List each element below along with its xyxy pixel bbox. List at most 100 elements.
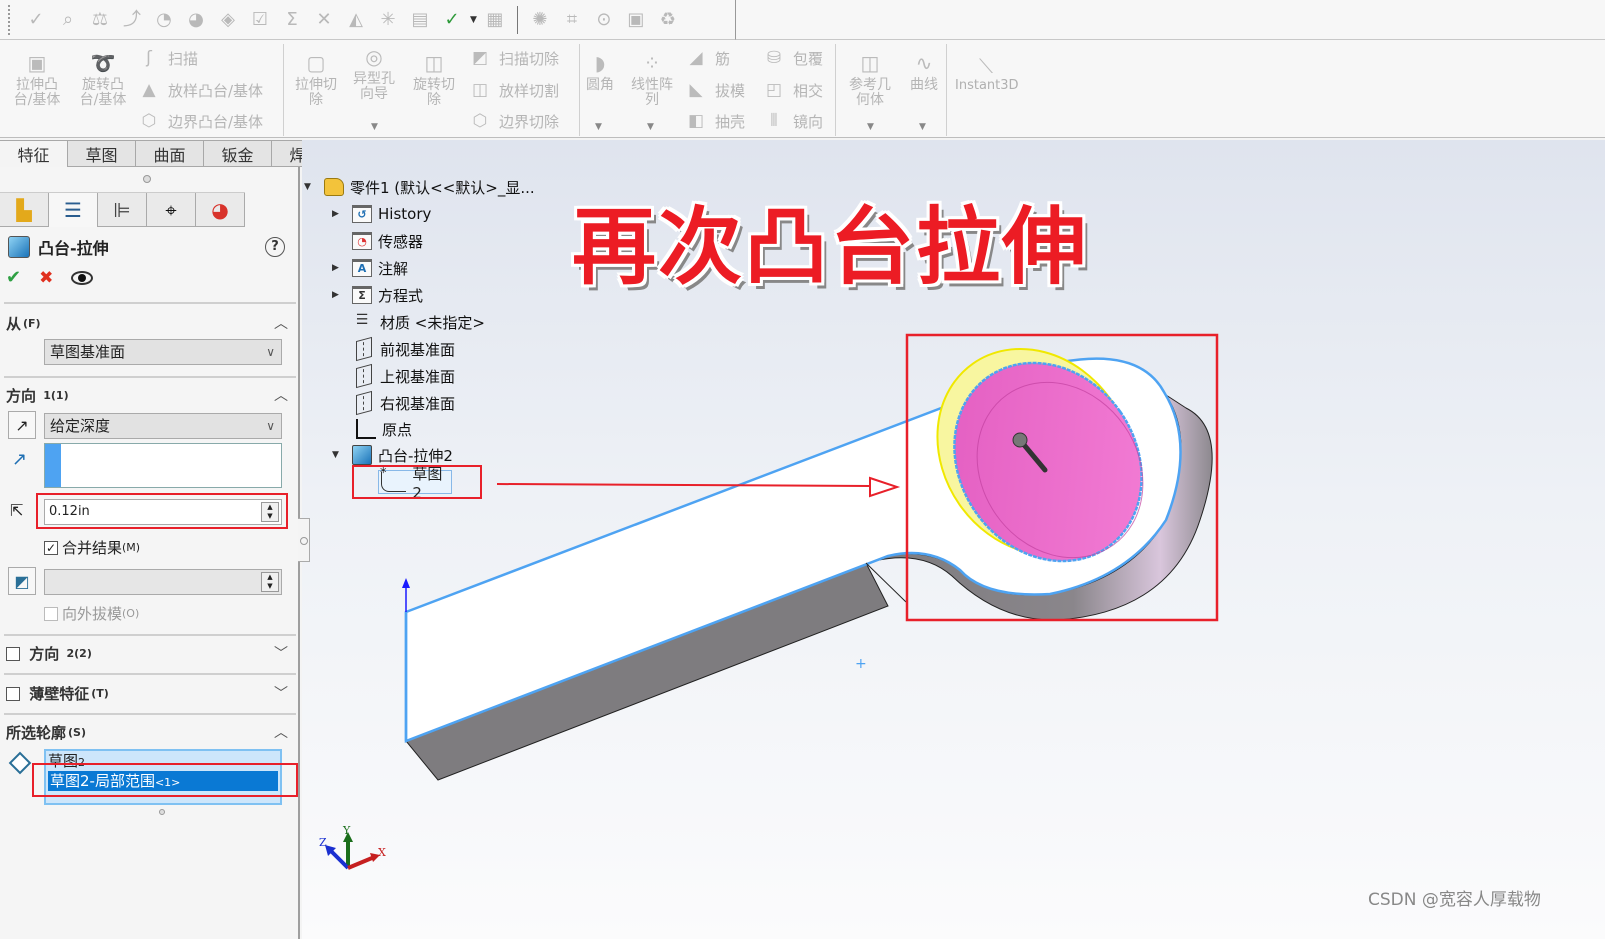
expand-arrow-icon[interactable]: ▼	[332, 450, 342, 460]
end-condition-select[interactable]: 给定深度 ∨	[44, 413, 282, 439]
document-icon[interactable]: ▤	[407, 7, 433, 33]
configuration-manager-tab[interactable]: ⊫	[98, 193, 147, 227]
tab-features[interactable]: 特征	[0, 140, 68, 167]
tree-item-right-plane[interactable]: 右视基准面	[356, 390, 455, 416]
dropdown-icon[interactable]: ▼	[470, 15, 477, 25]
tree-item-front-plane[interactable]: 前视基准面	[356, 336, 455, 362]
merge-result-checkbox[interactable]: ✓ 合并结果 (M)	[44, 537, 140, 558]
boundary-boss-button[interactable]: ⬡ 边界凸台/基体	[138, 109, 263, 133]
direction-vector-selection-box[interactable]	[44, 443, 282, 488]
selected-contours-section-header[interactable]: 所选轮廓 (S)	[6, 722, 86, 743]
check-icon[interactable]: ◈	[215, 7, 241, 33]
sum-icon[interactable]: Σ	[279, 7, 305, 33]
mirror-button[interactable]: ⫴ 镜向	[763, 109, 823, 133]
from-section-header[interactable]: 从 (F)	[6, 313, 41, 334]
sensor-icon[interactable]: ◕	[183, 7, 209, 33]
import-diagnostics-icon[interactable]: ▣	[623, 7, 649, 33]
swept-boss-button[interactable]: ʃ 扫描	[138, 46, 198, 70]
tree-root-part[interactable]: ▼ 零件1 (默认<<默认>_显...	[304, 175, 535, 199]
checkbox-checked[interactable]: ✓	[44, 540, 58, 555]
boundary-cut-button[interactable]: ⬡ 边界切除	[469, 109, 559, 133]
dimxpert-manager-tab[interactable]: ⌖	[147, 193, 196, 227]
linear-pattern-button[interactable]: ⁘ 线性阵 列	[621, 50, 683, 108]
wrap-button[interactable]: ⛁ 包覆	[763, 46, 823, 70]
shell-button[interactable]: ◧ 抽壳	[685, 109, 745, 133]
linear-pattern-dropdown[interactable]: ▼	[647, 122, 654, 132]
panel-collapse-handle[interactable]	[298, 518, 310, 562]
curves-dropdown[interactable]: ▼	[919, 122, 926, 132]
geometry-check-icon[interactable]: ☑	[247, 7, 273, 33]
reference-geometry-dropdown[interactable]: ▼	[867, 122, 874, 132]
draft-toggle-button[interactable]: ◩	[8, 567, 36, 595]
reverse-direction-button[interactable]: ↗	[8, 411, 36, 439]
instant3d-button[interactable]: ⟍ Instant3D	[955, 54, 1019, 93]
verify-icon[interactable]: ⊙	[591, 7, 617, 33]
tree-item-sensors[interactable]: ◔ 传感器	[352, 229, 423, 253]
collapse-chevron-icon[interactable]: ︿	[274, 385, 288, 405]
collapse-chevron-icon[interactable]: ︿	[274, 313, 288, 333]
hole-wizard-dropdown[interactable]: ▼	[371, 122, 378, 132]
expand-arrow-icon[interactable]: ▶	[332, 290, 342, 300]
revolve-boss-button[interactable]: ➰ 旋转凸 台/基体	[72, 50, 134, 108]
help-icon[interactable]: ?	[265, 237, 285, 257]
curves-button[interactable]: ∿ 曲线	[893, 50, 955, 93]
revolve-cut-button[interactable]: ◫ 旋转切 除	[403, 50, 465, 108]
expand-arrow-icon[interactable]: ▶	[332, 209, 342, 219]
thin-feature-section-header[interactable]: 薄壁特征 (T)	[6, 683, 109, 704]
preview-eye-icon[interactable]	[71, 270, 94, 285]
direction1-section-header[interactable]: 方向 1(1)	[6, 385, 69, 406]
expand-chevron-icon[interactable]: ﹀	[274, 643, 288, 663]
checkbox-unchecked[interactable]	[44, 606, 58, 621]
draft-outward-checkbox[interactable]: 向外拔模 (O)	[44, 603, 139, 624]
expand-arrow-icon[interactable]: ▼	[304, 182, 314, 192]
design-check-icon[interactable]: ✓	[439, 7, 465, 33]
draft-angle-input[interactable]: ▲ ▼	[44, 569, 282, 595]
from-start-condition-select[interactable]: 草图基准面 ∨	[44, 339, 282, 365]
intersect-button[interactable]: ◰ 相交	[763, 78, 823, 102]
collapse-chevron-icon[interactable]: ︿	[274, 722, 288, 742]
thickness-icon[interactable]: ⌗	[559, 7, 585, 33]
tree-item-material[interactable]: ☰ 材质 <未指定>	[352, 310, 485, 334]
rib-button[interactable]: ◢ 筋	[685, 46, 730, 70]
measure-icon[interactable]: ⌕	[55, 7, 81, 33]
cancel-x-icon[interactable]: ✖	[39, 268, 53, 288]
extrude-cut-button[interactable]: ▢ 拉伸切 除	[285, 50, 347, 108]
recycle-icon[interactable]: ♻	[655, 7, 681, 33]
fillet-dropdown[interactable]: ▼	[595, 122, 602, 132]
expand-chevron-icon[interactable]: ﹀	[274, 683, 288, 703]
toolbar-grip[interactable]	[8, 4, 12, 35]
loft-boss-button[interactable]: ▲ 放样凸台/基体	[138, 78, 263, 102]
draft-analysis-icon[interactable]: ◭	[343, 7, 369, 33]
swept-cut-button[interactable]: ◩ 扫描切除	[469, 46, 559, 70]
tree-item-history[interactable]: ▶ ↺ History	[332, 202, 431, 226]
spelling-check-icon[interactable]: ✓	[23, 7, 49, 33]
thin-feature-checkbox[interactable]	[6, 686, 20, 701]
feature-manager-tab[interactable]: ▙	[0, 193, 49, 227]
tree-item-annotations[interactable]: ▶ A 注解	[332, 256, 408, 280]
symmetry-check-icon[interactable]: ✳	[375, 7, 401, 33]
display-manager-tab[interactable]: ◕	[196, 193, 245, 227]
ok-check-icon[interactable]: ✔	[6, 267, 21, 288]
performance-icon[interactable]: ◔	[151, 7, 177, 33]
tree-item-top-plane[interactable]: 上视基准面	[356, 363, 455, 389]
deviation-icon[interactable]: ✺	[527, 7, 553, 33]
direction2-checkbox[interactable]	[6, 646, 20, 661]
tree-item-origin[interactable]: 原点	[356, 417, 412, 441]
draft-angle-spinner[interactable]: ▲ ▼	[261, 572, 279, 592]
mass-properties-icon[interactable]: ⚖	[87, 7, 113, 33]
extrude-boss-button[interactable]: ▣ 拉伸凸 台/基体	[6, 50, 68, 108]
panel-splitter-handle[interactable]	[143, 175, 151, 183]
tab-sheet-metal[interactable]: 钣金	[204, 140, 272, 167]
property-manager-tab[interactable]: ☰	[49, 193, 98, 227]
list-resize-handle[interactable]	[159, 809, 165, 815]
direction2-section-header[interactable]: 方向 2(2)	[6, 643, 92, 664]
table-delete-icon[interactable]: ▦	[482, 7, 508, 33]
lofted-cut-button[interactable]: ◫ 放样切割	[469, 78, 559, 102]
hole-wizard-button[interactable]: ◎ 异型孔 向导	[343, 44, 405, 102]
interference-icon[interactable]: ✕	[311, 7, 337, 33]
section-icon[interactable]: ⤴	[119, 7, 145, 33]
reference-geometry-button[interactable]: ◫ 参考几 何体	[839, 50, 901, 108]
tab-sketch[interactable]: 草图	[68, 140, 136, 167]
draft-button[interactable]: ◣ 拔模	[685, 78, 745, 102]
tab-surfaces[interactable]: 曲面	[136, 140, 204, 167]
